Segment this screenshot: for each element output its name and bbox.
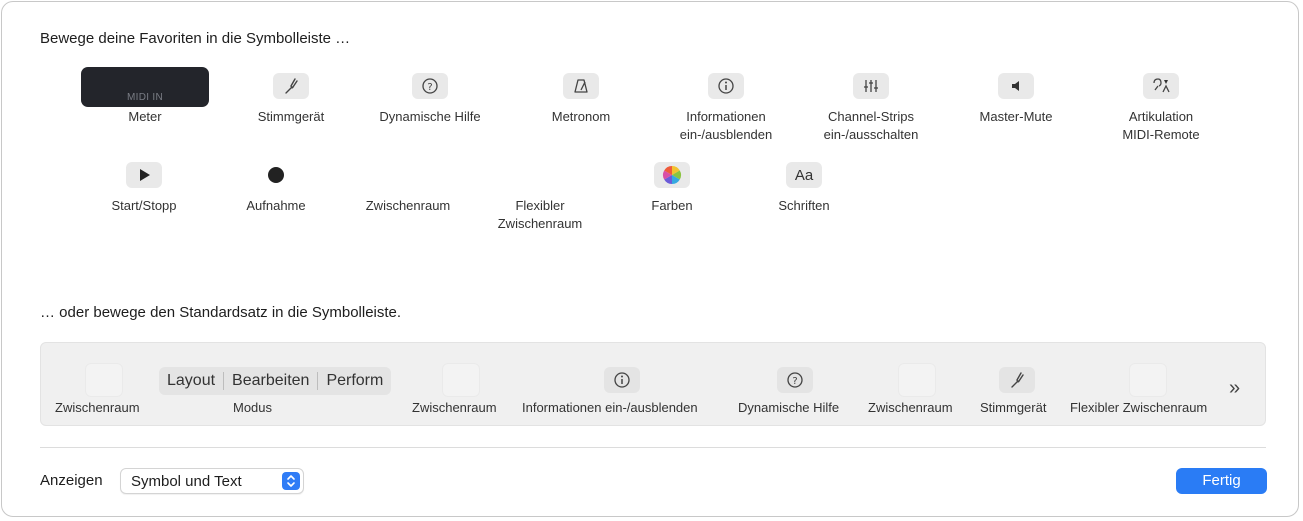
palette-item-space[interactable]: Zwischenraum [333, 162, 483, 215]
default-item-info-label: Informationen ein-/ausblenden [522, 400, 698, 415]
mode-segmented-control: Layout Bearbeiten Perform [159, 367, 392, 395]
tuning-fork-icon [273, 73, 309, 99]
palette-item-meter[interactable]: MIDI IN Meter [70, 67, 220, 126]
palette-item-label: Artikulation MIDI-Remote [1122, 109, 1200, 142]
meter-display-text: MIDI IN [127, 92, 163, 103]
fonts-icon: Aa [786, 162, 822, 188]
default-item-tuner-label: Stimmgerät [980, 400, 1047, 415]
palette-item-label: Flexibler Zwischenraum [497, 198, 583, 231]
done-button[interactable]: Fertig [1176, 468, 1267, 494]
default-item-space-label: Zwischenraum [868, 400, 953, 415]
palette-item-label: Schriften [778, 198, 830, 213]
palette-item-label: Informationen ein-/ausblenden [679, 109, 773, 142]
articulation-icon [1143, 73, 1179, 99]
default-set-heading: … oder bewege den Standardsatz in die Sy… [40, 304, 402, 321]
palette-item-flexible-space[interactable]: Flexibler Zwischenraum [465, 162, 615, 233]
sliders-icon [853, 73, 889, 99]
palette-item-info[interactable]: Informationen ein-/ausblenden [651, 73, 801, 144]
segment-layout: Layout [167, 372, 216, 389]
meter-display: MIDI IN [81, 67, 209, 107]
segment-edit: Bearbeiten [232, 372, 310, 389]
svg-text:?: ? [792, 376, 797, 387]
customize-toolbar-sheet: Bewege deine Favoriten in die Symbolleis… [1, 1, 1299, 517]
info-circle-icon [708, 73, 744, 99]
palette-item-articulation[interactable]: Artikulation MIDI-Remote [1086, 73, 1236, 144]
flexible-space-placeholder [522, 162, 558, 188]
palette-item-master-mute[interactable]: Master-Mute [941, 73, 1091, 126]
space-placeholder [898, 363, 936, 397]
show-mode-value: Symbol und Text [131, 473, 242, 490]
palette-item-play-stop[interactable]: Start/Stopp [69, 162, 219, 215]
play-icon [126, 162, 162, 188]
svg-text:?: ? [427, 82, 432, 93]
default-item-space-label: Zwischenraum [55, 400, 140, 415]
chevron-up-down-icon [282, 472, 300, 490]
show-mode-select[interactable]: Symbol und Text [120, 468, 304, 494]
default-item-quick-help-label: Dynamische Hilfe [738, 400, 840, 415]
palette-item-label: Stimmgerät [257, 109, 325, 124]
flexible-space-placeholder [1129, 363, 1167, 397]
default-item-space-label: Zwischenraum [412, 400, 497, 415]
segment-perform: Perform [326, 372, 384, 389]
metronome-icon [563, 73, 599, 99]
info-circle-icon [604, 367, 640, 393]
palette-item-label: Channel-Strips ein-/ausschalten [823, 109, 919, 142]
show-label: Anzeigen [40, 472, 103, 489]
color-wheel-icon [654, 162, 690, 188]
palette-item-label: Dynamische Hilfe [379, 109, 481, 124]
question-circle-icon: ? [777, 367, 813, 393]
divider [40, 447, 1266, 448]
palette-item-metronome[interactable]: Metronom [506, 73, 656, 126]
speaker-icon [998, 73, 1034, 99]
palette-item-label: Meter [128, 109, 162, 124]
question-circle-icon: ? [412, 73, 448, 99]
palette-item-label: Zwischenraum [365, 198, 451, 213]
palette-item-tuner[interactable]: Stimmgerät [216, 73, 366, 126]
favorites-heading: Bewege deine Favoriten in die Symbolleis… [40, 30, 351, 47]
space-placeholder [442, 363, 480, 397]
palette-item-record[interactable]: Aufnahme [201, 162, 351, 215]
palette-item-label: Aufnahme [246, 198, 306, 213]
default-toolbar-set[interactable]: Zwischenraum Layout Bearbeiten Perform M… [40, 342, 1266, 426]
palette-item-label: Metronom [551, 109, 611, 124]
palette-item-label: Farben [651, 198, 693, 213]
palette-item-fonts[interactable]: Aa Schriften [729, 162, 879, 215]
palette-item-quick-help[interactable]: ? Dynamische Hilfe [355, 73, 505, 126]
space-placeholder [390, 162, 426, 188]
overflow-chevron-icon[interactable]: » [1229, 377, 1240, 400]
default-item-mode-label: Modus [233, 400, 273, 415]
default-item-flexible-space-label: Flexibler Zwischenraum [1070, 400, 1208, 415]
palette-item-label: Start/Stopp [111, 198, 177, 213]
space-placeholder [85, 363, 123, 397]
palette-item-channel-strips[interactable]: Channel-Strips ein-/ausschalten [796, 73, 946, 144]
palette-item-colors[interactable]: Farben [597, 162, 747, 215]
palette-item-label: Master-Mute [979, 109, 1053, 124]
record-icon [258, 162, 294, 188]
tuning-fork-icon [999, 367, 1035, 393]
